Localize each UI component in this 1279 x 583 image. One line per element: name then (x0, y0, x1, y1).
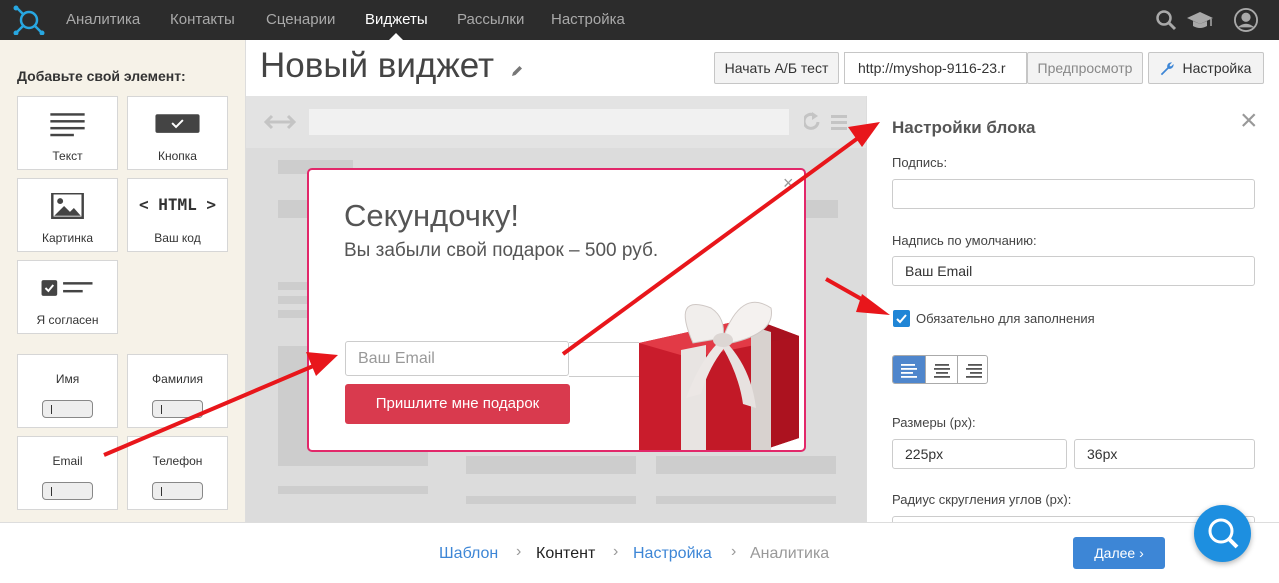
nav-mailings[interactable]: Рассылки (457, 0, 524, 40)
tile-phone[interactable]: Телефон (127, 436, 228, 510)
settings-button-label: Настройка (1182, 60, 1252, 76)
tile-label: Телефон (152, 454, 203, 468)
gift-box-image[interactable] (631, 288, 806, 452)
popup-subtitle[interactable]: Вы забыли свой подарок – 500 руб. (344, 240, 658, 262)
step-analytics[interactable]: Аналитика (750, 545, 829, 563)
top-navigation-bar: Аналитика Контакты Сценарии Виджеты Расс… (0, 0, 1279, 40)
popup-close-icon[interactable]: × (783, 173, 794, 194)
image-icon (51, 193, 84, 219)
step-content[interactable]: Контент (536, 545, 595, 563)
popup-title[interactable]: Секундочку! (344, 198, 519, 234)
tile-label: Картинка (41, 231, 94, 245)
input-preview-icon (152, 400, 203, 418)
step-settings[interactable]: Настройка (633, 545, 712, 563)
search-icon[interactable] (1155, 8, 1177, 32)
checkmark-icon (896, 314, 907, 324)
tile-label: Текст (52, 149, 83, 163)
placeholder-block (278, 486, 428, 494)
nav-settings[interactable]: Настройка (551, 0, 625, 40)
button-check-icon (155, 114, 200, 133)
nav-scenarios[interactable]: Сценарии (266, 0, 335, 40)
align-left-button[interactable] (893, 356, 925, 383)
tile-label: Кнопка (158, 149, 197, 163)
tile-agree[interactable]: Я согласен (17, 260, 118, 334)
nav-analytics[interactable]: Аналитика (66, 0, 140, 40)
user-avatar-icon[interactable] (1233, 8, 1259, 32)
edit-pencil-icon[interactable] (510, 64, 524, 78)
search-icon (1208, 518, 1239, 549)
tile-label: Имя (55, 372, 80, 386)
input-preview-icon (42, 482, 93, 500)
tile-text[interactable]: Текст (17, 96, 118, 170)
next-button-label: Далее (1094, 545, 1136, 561)
tile-first-name[interactable]: Имя (17, 354, 118, 428)
mock-address-bar (309, 109, 789, 135)
align-right-icon (966, 364, 982, 378)
caption-input[interactable] (892, 179, 1255, 209)
tile-label: Фамилия (152, 372, 203, 386)
placeholder-block (466, 496, 636, 504)
radius-label: Радиус скругления углов (px): (892, 492, 1072, 507)
reload-menu-icon (804, 112, 847, 130)
settings-title: Настройки блока (892, 118, 1036, 137)
chevron-right-icon: › (731, 543, 737, 560)
wrench-icon (1160, 62, 1174, 76)
tile-html[interactable]: < HTML > Ваш код (127, 178, 228, 252)
tile-label: Ваш код (154, 231, 201, 245)
block-settings-panel: Настройки блока × Подпись: Надпись по ум… (866, 96, 1279, 546)
align-left-icon (901, 364, 917, 378)
placeholder-block (656, 456, 836, 474)
caption-label: Подпись: (892, 155, 948, 170)
placeholder-block (466, 456, 636, 474)
required-label[interactable]: Обязательно для заполнения (916, 311, 1095, 326)
settings-button[interactable]: Настройка (1148, 52, 1264, 84)
mock-browser-bar (246, 96, 866, 148)
popup-submit-button[interactable]: Пришлите мне подарок (345, 384, 570, 424)
required-checkbox[interactable] (893, 310, 910, 327)
tile-label: Я согласен (36, 313, 99, 327)
back-forward-arrows-icon (264, 114, 296, 130)
tile-email[interactable]: Email (17, 436, 118, 510)
preview-button[interactable]: Предпросмотр (1027, 52, 1143, 84)
text-align-group (892, 355, 988, 384)
input-preview-icon (152, 482, 203, 500)
width-input[interactable]: 225px (892, 439, 1067, 469)
default-text-label: Надпись по умолчанию: (892, 233, 1037, 248)
element-palette: Добавьте свой элемент: Текст Кнопка Карт… (0, 40, 246, 522)
palette-title: Добавьте свой элемент: (17, 68, 186, 84)
graduation-cap-icon[interactable] (1186, 8, 1214, 32)
active-nav-indicator (389, 33, 403, 40)
wizard-footer: Шаблон › Контент › Настройка › Аналитика… (0, 522, 1279, 583)
logo-icon[interactable] (12, 5, 46, 35)
close-icon[interactable]: × (1240, 106, 1258, 136)
placeholder-block (656, 496, 836, 504)
nav-contacts[interactable]: Контакты (170, 0, 235, 40)
align-center-icon (934, 364, 950, 378)
tile-image[interactable]: Картинка (17, 178, 118, 252)
tile-button[interactable]: Кнопка (127, 96, 228, 170)
align-right-button[interactable] (957, 356, 987, 383)
step-template[interactable]: Шаблон (439, 545, 498, 563)
html-code-icon: < HTML > (138, 195, 217, 214)
tile-last-name[interactable]: Фамилия (127, 354, 228, 428)
help-search-button[interactable] (1194, 505, 1251, 562)
height-input[interactable]: 36px (1074, 439, 1255, 469)
checkbox-agree-icon (41, 280, 93, 296)
default-text-input[interactable]: Ваш Email (892, 256, 1255, 286)
input-preview-icon (42, 400, 93, 418)
page-title: Новый виджет (260, 46, 495, 85)
text-lines-icon (50, 113, 85, 137)
next-button[interactable]: Далее › (1073, 537, 1165, 569)
chevron-right-icon: › (1139, 545, 1144, 561)
popup-email-field[interactable]: Ваш Email (345, 341, 569, 376)
chevron-right-icon: › (516, 543, 522, 560)
preview-url-input[interactable]: http://myshop-9116-23.r (844, 52, 1027, 84)
chevron-right-icon: › (613, 543, 619, 560)
email-field-outline (569, 342, 639, 377)
align-center-button[interactable] (925, 356, 957, 383)
popup-widget[interactable]: × Секундочку! Вы забыли свой подарок – 5… (307, 168, 806, 452)
ab-test-button[interactable]: Начать А/Б тест (714, 52, 839, 84)
tile-label: Email (52, 454, 83, 468)
size-label: Размеры (px): (892, 415, 976, 430)
